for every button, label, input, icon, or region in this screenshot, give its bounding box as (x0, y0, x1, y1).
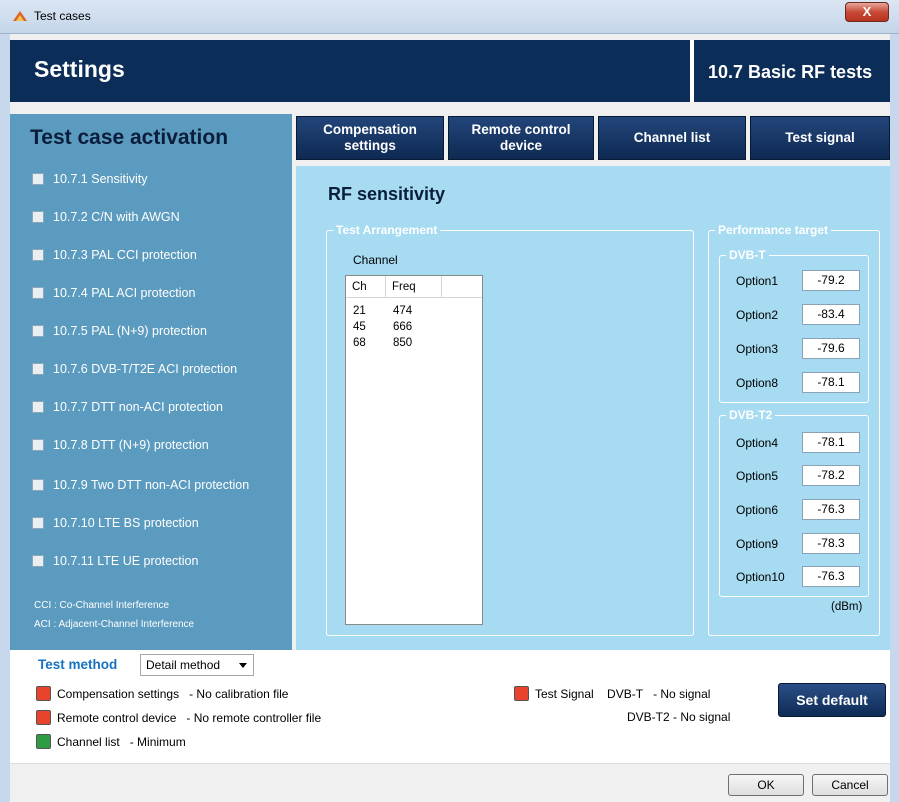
test-case-10-7-11[interactable]: 10.7.11 LTE UE protection (32, 552, 198, 570)
test-arrangement-legend: Test Arrangement (333, 223, 441, 237)
option-label: Option3 (736, 342, 779, 356)
checkbox[interactable] (32, 479, 44, 491)
cancel-button[interactable]: Cancel (812, 774, 888, 796)
performance-target-group: Performance target DVB-T Option1 -79.2 O… (708, 223, 880, 636)
channel-label: Channel (353, 253, 398, 267)
option-label: Option10 (736, 570, 785, 584)
test-method-select[interactable]: Detail method (140, 654, 254, 676)
option-label: Option2 (736, 308, 779, 322)
test-case-10-7-8[interactable]: 10.7.8 DTT (N+9) protection (32, 436, 209, 454)
checkbox[interactable] (32, 211, 44, 223)
status-test-signal-t2: DVB-T2 - No signal (627, 710, 731, 724)
option-label: Option4 (736, 436, 779, 450)
option5-input[interactable]: -78.2 (802, 465, 860, 486)
set-default-button[interactable]: Set default (778, 683, 886, 717)
close-button[interactable]: X (845, 2, 889, 22)
checkbox[interactable] (32, 287, 44, 299)
dvbt-legend: DVB-T (726, 248, 769, 262)
option1-input[interactable]: -79.2 (802, 270, 860, 291)
checkbox[interactable] (32, 363, 44, 375)
window-frame-left (0, 34, 10, 802)
channel-list-table[interactable]: Ch Freq 21 474 45 666 68 850 (345, 275, 483, 625)
test-case-10-7-2[interactable]: 10.7.2 C/N with AWGN (32, 208, 180, 226)
option3-input[interactable]: -79.6 (802, 338, 860, 359)
test-case-activation-pane: Test case activation 10.7.1 Sensitivity … (10, 114, 292, 650)
table-cell-ch: 21 (353, 305, 366, 317)
page-title: Settings (34, 56, 125, 82)
test-case-10-7-9[interactable]: 10.7.9 Two DTT non-ACI protection (32, 476, 249, 494)
checkbox[interactable] (32, 401, 44, 413)
option2-input[interactable]: -83.4 (802, 304, 860, 325)
column-header-freq[interactable]: Freq (386, 276, 442, 298)
status-compensation: Compensation settings - No calibration f… (36, 686, 288, 701)
table-cell-freq: 850 (393, 337, 413, 349)
table-cell-freq: 666 (393, 321, 413, 333)
test-case-10-7-6[interactable]: 10.7.6 DVB-T/T2E ACI protection (32, 360, 237, 378)
status-channel-list: Channel list - Minimum (36, 734, 186, 749)
settings-header: Settings 10.7 Basic RF tests (10, 40, 890, 102)
tab-channel-list[interactable]: Channel list (598, 116, 746, 160)
option9-input[interactable]: -78.3 (802, 533, 860, 554)
ok-button[interactable]: OK (728, 774, 804, 796)
section-title: 10.7 Basic RF tests (708, 62, 873, 82)
test-case-10-7-4[interactable]: 10.7.4 PAL ACI protection (32, 284, 195, 302)
checkbox[interactable] (32, 173, 44, 185)
window-frame-right (890, 34, 899, 802)
status-remote: Remote control device - No remote contro… (36, 710, 321, 725)
content-title: RF sensitivity (328, 184, 446, 204)
status-test-signal: Test Signal DVB-T - No signal (514, 686, 710, 701)
checkbox[interactable] (32, 249, 44, 261)
test-case-10-7-1[interactable]: 10.7.1 Sensitivity (32, 170, 148, 188)
window-title: Test cases (34, 9, 91, 23)
option8-input[interactable]: -78.1 (802, 372, 860, 393)
window-titlebar: Test cases X (0, 0, 899, 34)
chevron-down-icon (239, 663, 247, 668)
option10-input[interactable]: -76.3 (802, 566, 860, 587)
checkbox[interactable] (32, 325, 44, 337)
test-case-10-7-7[interactable]: 10.7.7 DTT non-ACI protection (32, 398, 223, 416)
option-label: Option5 (736, 469, 779, 483)
app-icon (13, 11, 27, 21)
content-panel: RF sensitivity Test Arrangement Channel … (296, 166, 890, 650)
status-indicator-icon (36, 686, 51, 701)
status-indicator-icon (36, 734, 51, 749)
status-indicator-icon (514, 686, 529, 701)
test-case-10-7-10[interactable]: 10.7.10 LTE BS protection (32, 514, 199, 532)
unit-label: (dBm) (831, 601, 863, 613)
tab-remote-control-device[interactable]: Remote control device (448, 116, 594, 160)
dvbt-group: DVB-T Option1 -79.2 Option2 -83.4 Option… (719, 248, 869, 403)
performance-target-legend: Performance target (715, 223, 832, 237)
test-arrangement-group: Test Arrangement Channel Ch Freq 21 474 … (326, 223, 694, 636)
option4-input[interactable]: -78.1 (802, 432, 860, 453)
table-header: Ch Freq (346, 276, 482, 298)
column-header-ch[interactable]: Ch (346, 276, 386, 298)
checkbox[interactable] (32, 555, 44, 567)
table-cell-ch: 45 (353, 321, 366, 333)
cci-note: CCI : Co-Channel Interference (34, 600, 170, 611)
header-divider (690, 40, 694, 102)
dvbt2-group: DVB-T2 Option4 -78.1 Option5 -78.2 Optio… (719, 408, 869, 597)
test-method-value: Detail method (146, 658, 221, 672)
dvbt2-legend: DVB-T2 (726, 408, 776, 422)
table-cell-ch: 68 (353, 337, 366, 349)
option-label: Option6 (736, 503, 779, 517)
option-label: Option9 (736, 537, 779, 551)
table-cell-freq: 474 (393, 305, 413, 317)
checkbox[interactable] (32, 517, 44, 529)
checkbox[interactable] (32, 439, 44, 451)
test-method-label: Test method (38, 657, 118, 672)
status-indicator-icon (36, 710, 51, 725)
tab-test-signal[interactable]: Test signal (750, 116, 890, 160)
test-case-10-7-5[interactable]: 10.7.5 PAL (N+9) protection (32, 322, 207, 340)
option-label: Option1 (736, 274, 779, 288)
pane-title: Test case activation (30, 126, 229, 149)
test-case-10-7-3[interactable]: 10.7.3 PAL CCI protection (32, 246, 197, 264)
tab-compensation-settings[interactable]: Compensation settings (296, 116, 444, 160)
aci-note: ACI : Adjacent-Channel Interference (34, 619, 195, 630)
option6-input[interactable]: -76.3 (802, 499, 860, 520)
option-label: Option8 (736, 376, 779, 390)
